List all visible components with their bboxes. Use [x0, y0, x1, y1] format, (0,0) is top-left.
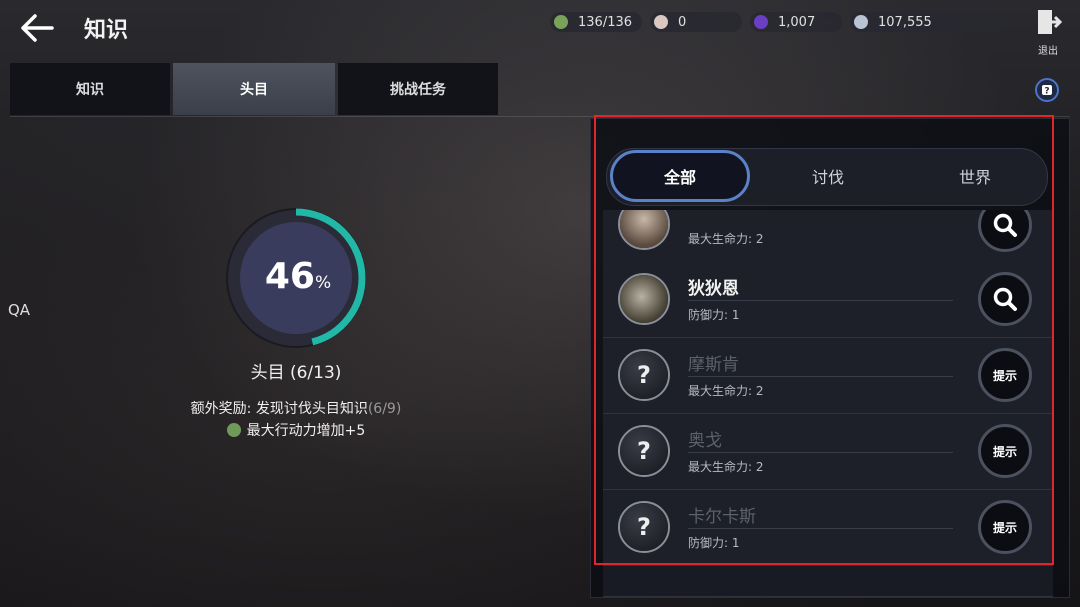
- currency-value: 107,555: [878, 14, 932, 30]
- row-separator: [688, 528, 953, 529]
- filter-all[interactable]: 全部: [610, 150, 750, 202]
- currency-value: 136/136: [578, 14, 633, 30]
- boss-row[interactable]: [603, 566, 1053, 597]
- bonus-reward: 额外奖励: 发现讨伐头目知识(6/9): [120, 398, 472, 418]
- filter-raid[interactable]: 讨伐: [758, 150, 898, 202]
- search-button[interactable]: [978, 272, 1032, 326]
- currency-orb: 1,007: [750, 12, 842, 32]
- currency-stamina: 136/136: [550, 12, 642, 32]
- purple-orb-icon: [754, 15, 768, 29]
- progress-percent: 46%: [258, 256, 338, 297]
- hint-button[interactable]: 提示: [978, 424, 1032, 478]
- boss-name: 卡尔卡斯: [688, 507, 756, 527]
- search-icon: [993, 287, 1017, 311]
- tab-boss[interactable]: 头目: [173, 63, 335, 115]
- filter-world[interactable]: 世界: [905, 150, 1045, 202]
- hint-button[interactable]: 提示: [978, 500, 1032, 554]
- boss-count: 头目 (6/13): [250, 363, 342, 383]
- reward-label: 最大行动力增加+5: [246, 423, 366, 439]
- qa-label: QA: [8, 301, 31, 319]
- row-separator: [688, 376, 953, 377]
- unknown-boss-avatar: ?: [618, 501, 670, 553]
- exit-door-icon: [1038, 10, 1063, 34]
- boss-name: 摩斯肯: [688, 355, 739, 375]
- question-mark-icon: ?: [620, 503, 668, 551]
- row-separator: [688, 452, 953, 453]
- bonus-label: 额外奖励: 发现讨伐头目知识: [190, 401, 368, 417]
- back-button[interactable]: [18, 10, 58, 46]
- search-button[interactable]: [978, 210, 1032, 252]
- percent-value: 46: [264, 256, 315, 297]
- currency-value: 1,007: [778, 14, 816, 30]
- boss-row[interactable]: 最大生命力: 2: [603, 210, 1053, 263]
- hint-label: 提示: [992, 520, 1017, 535]
- boss-row[interactable]: ? 奥戈 最大生命力: 2 提示: [603, 414, 1053, 490]
- page-title: 知识: [84, 18, 129, 43]
- currency-value: 0: [678, 14, 687, 30]
- hint-button[interactable]: 提示: [978, 348, 1032, 402]
- boss-avatar: [618, 273, 670, 325]
- bonus-progress: (6/9): [367, 401, 402, 417]
- boss-name: 狄狄恩: [688, 279, 739, 299]
- question-icon: ?: [1042, 85, 1052, 97]
- hint-label: 提示: [992, 368, 1017, 383]
- boss-name: 奥戈: [688, 431, 722, 451]
- arrow-left-icon: [21, 14, 54, 42]
- exit-label: 退出: [1038, 46, 1058, 57]
- boss-row[interactable]: ? 卡尔卡斯 防御力: 1 提示: [603, 490, 1053, 566]
- pearl-icon: [654, 15, 668, 29]
- question-mark-icon: ?: [620, 427, 668, 475]
- hint-label: 提示: [992, 444, 1017, 459]
- boss-avatar: [618, 210, 670, 250]
- boss-row[interactable]: ? 摩斯肯 最大生命力: 2 提示: [603, 338, 1053, 414]
- currency-pearl: 0: [650, 12, 742, 32]
- green-leaf-icon: [226, 423, 241, 437]
- unknown-boss-avatar: ?: [618, 425, 670, 477]
- tab-knowledge[interactable]: 知识: [10, 63, 170, 115]
- boss-stat: 最大生命力: 2: [688, 460, 764, 474]
- green-leaf-icon: [554, 15, 568, 29]
- boss-stat: 最大生命力: 2: [688, 384, 764, 398]
- reward-line: 最大行动力增加+5: [140, 420, 452, 440]
- boss-stat: 防御力: 1: [688, 308, 740, 322]
- tabs-divider: [10, 116, 1070, 117]
- svg-text:?: ?: [1044, 87, 1049, 97]
- row-separator: [688, 300, 953, 301]
- exit-button[interactable]: 退出: [1030, 8, 1066, 57]
- help-button[interactable]: ?: [1035, 78, 1059, 102]
- tab-challenge[interactable]: 挑战任务: [338, 63, 498, 115]
- boss-row[interactable]: 狄狄恩 防御力: 1: [603, 262, 1053, 338]
- currency-silver: 107,555: [850, 12, 1005, 32]
- percent-unit: %: [314, 273, 332, 293]
- boss-stat: 防御力: 1: [688, 536, 740, 550]
- silver-coin-icon: [854, 15, 868, 29]
- unknown-boss-avatar: ?: [618, 349, 670, 401]
- question-mark-icon: ?: [620, 351, 668, 399]
- boss-stat: 最大生命力: 2: [688, 232, 764, 246]
- search-icon: [993, 213, 1017, 237]
